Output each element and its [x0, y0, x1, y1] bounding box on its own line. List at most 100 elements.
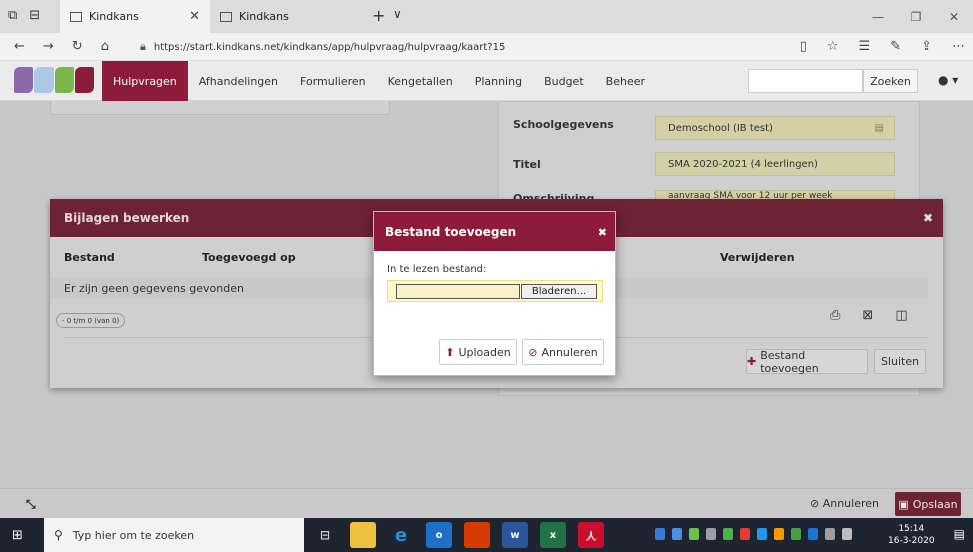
pen-icon[interactable]: ✎ — [890, 39, 901, 54]
footer-cancel-button[interactable]: ⊘ Annuleren — [810, 497, 879, 510]
tray-icon[interactable] — [791, 528, 801, 540]
titel-label: Titel — [513, 158, 541, 171]
tab-preview-icon[interactable]: ⊟ — [29, 8, 40, 23]
favorite-star-icon[interactable]: ☆ — [827, 39, 839, 54]
url-text: https://start.kindkans.net/kindkans/app/… — [153, 41, 506, 53]
edge-icon[interactable]: e — [388, 522, 414, 548]
col-verwijderen[interactable]: Verwijderen — [720, 251, 795, 264]
browser-tab-1[interactable]: Kindkans ✕ — [60, 0, 210, 33]
mail-icon[interactable] — [706, 528, 716, 540]
logo[interactable] — [14, 67, 94, 93]
browse-button[interactable]: Bladeren... — [521, 284, 597, 299]
nav-planning[interactable]: Planning — [464, 61, 533, 101]
reading-view-icon[interactable]: ▯ — [800, 39, 807, 54]
logo-block — [14, 67, 34, 93]
search-button[interactable]: Zoeken — [863, 69, 918, 93]
main-menu: Hulpvragen Afhandelingen Formulieren Ken… — [102, 61, 656, 101]
cancel-label: Annuleren — [541, 345, 598, 359]
tray-icon[interactable] — [723, 528, 733, 540]
tray-icon[interactable] — [689, 528, 699, 540]
more-icon[interactable]: ⋯ — [952, 39, 965, 54]
school-search-icon[interactable]: ▤ — [875, 123, 884, 134]
upload-button[interactable]: ⬆ Uploaden — [439, 339, 517, 365]
lock-icon: 🔒︎ — [140, 40, 146, 53]
schoolgegevens-field[interactable]: Demoschool (IB test) ▤ — [655, 116, 895, 140]
close-icon[interactable]: ✖ — [923, 211, 933, 225]
windows-start-icon[interactable]: ⊞ — [12, 528, 23, 543]
nav-hulpvragen[interactable]: Hulpvragen — [102, 61, 188, 101]
outlook-icon[interactable]: o — [426, 522, 452, 548]
col-bestand[interactable]: Bestand — [64, 251, 115, 264]
notification-icon[interactable]: ▤ — [954, 527, 965, 541]
new-tab-icon[interactable]: + — [372, 6, 385, 25]
network-icon[interactable] — [825, 528, 835, 540]
cancel-circle-icon: ⊘ — [810, 497, 820, 510]
taskbar-search-placeholder: Typ hier om te zoeken — [72, 528, 195, 542]
url-field[interactable]: 🔒︎ https://start.kindkans.net/kindkans/a… — [140, 37, 800, 57]
search-input[interactable] — [748, 69, 863, 93]
bluetooth-icon[interactable] — [808, 528, 818, 540]
print-icon[interactable]: ⎙ — [830, 308, 840, 323]
excel-icon[interactable]: x — [540, 522, 566, 548]
export-excel-icon[interactable]: ⊠ — [862, 308, 873, 323]
bestand-header: Bestand toevoegen ✖ — [374, 212, 615, 251]
volume-icon[interactable] — [842, 528, 852, 540]
tray-icon[interactable] — [774, 528, 784, 540]
file-input[interactable] — [396, 284, 520, 299]
bottom-action-bar: ⤡ ⊘ Annuleren ▣ Opslaan — [0, 488, 973, 518]
tab-title: Kindkans — [239, 10, 289, 23]
task-view-icon[interactable]: ⊟ — [312, 522, 338, 548]
nav-beheer[interactable]: Beheer — [595, 61, 656, 101]
nav-formulieren[interactable]: Formulieren — [289, 61, 377, 101]
restore-icon[interactable]: ❐ — [897, 0, 935, 33]
app-navbar: Hulpvragen Afhandelingen Formulieren Ken… — [0, 61, 973, 101]
file-label: In te lezen bestand: — [387, 264, 487, 275]
refresh-icon[interactable]: ↻ — [72, 39, 83, 54]
shield-icon[interactable] — [672, 528, 682, 540]
add-file-button[interactable]: ✚ Bestand toevoegen — [746, 349, 868, 375]
tray-icon[interactable] — [757, 528, 767, 540]
file-explorer-icon[interactable] — [350, 522, 376, 548]
taskbar-apps: ⊟ e o w x 人 — [312, 522, 604, 548]
columns-icon[interactable]: ◫ — [895, 308, 907, 323]
logo-block — [74, 67, 94, 93]
cancel-button[interactable]: ⊘ Annuleren — [522, 339, 604, 365]
close-button[interactable]: Sluiten — [874, 349, 926, 374]
office-icon[interactable] — [464, 522, 490, 548]
acrobat-icon[interactable]: 人 — [578, 522, 604, 548]
clock-time: 15:14 — [898, 524, 925, 534]
nav-afhandelingen[interactable]: Afhandelingen — [188, 61, 289, 101]
expand-icon[interactable]: ⤡ — [26, 497, 36, 512]
schoolgegevens-label: Schoolgegevens — [513, 118, 614, 131]
home-icon[interactable]: ⌂ — [101, 39, 109, 54]
clock[interactable]: 15:14 16-3-2020 — [888, 523, 935, 547]
minimize-icon[interactable]: — — [859, 0, 897, 33]
nav-budget[interactable]: Budget — [533, 61, 595, 101]
titel-field[interactable]: SMA 2020-2021 (4 leerlingen) — [655, 152, 895, 176]
favorites-icon[interactable]: ☰ — [859, 39, 871, 54]
col-toegevoegd[interactable]: Toegevoegd op — [202, 251, 296, 264]
word-icon[interactable]: w — [502, 522, 528, 548]
tray-icon[interactable] — [655, 528, 665, 540]
browser-tab-2[interactable]: Kindkans — [210, 0, 355, 33]
nav-kengetallen[interactable]: Kengetallen — [377, 61, 464, 101]
close-icon[interactable]: ✖ — [598, 226, 607, 239]
close-window-icon[interactable]: ✕ — [935, 0, 973, 33]
save-icon: ▣ — [898, 497, 909, 511]
user-menu[interactable]: ● ▾ — [938, 73, 958, 87]
save-button[interactable]: ▣ Opslaan — [895, 492, 961, 516]
share-icon[interactable]: ⇪ — [921, 39, 932, 54]
tray-icon[interactable] — [740, 528, 750, 540]
page-icon — [70, 11, 82, 22]
empty-message: Er zijn geen gegevens gevonden — [64, 281, 244, 295]
bestand-toevoegen-modal: Bestand toevoegen ✖ In te lezen bestand:… — [373, 211, 616, 376]
logo-block — [54, 67, 74, 93]
chevron-down-icon[interactable]: ∨ — [393, 7, 402, 21]
window-controls: — ❐ ✕ — [859, 0, 973, 33]
back-icon[interactable]: ← — [14, 39, 25, 54]
forward-icon[interactable]: → — [43, 39, 54, 54]
taskbar-search[interactable]: ⚲ Typ hier om te zoeken — [44, 518, 304, 552]
close-tab-icon[interactable]: ✕ — [189, 9, 200, 24]
titel-value: SMA 2020-2021 (4 leerlingen) — [668, 158, 818, 170]
set-aside-tabs-icon[interactable]: ⧉ — [8, 8, 17, 23]
